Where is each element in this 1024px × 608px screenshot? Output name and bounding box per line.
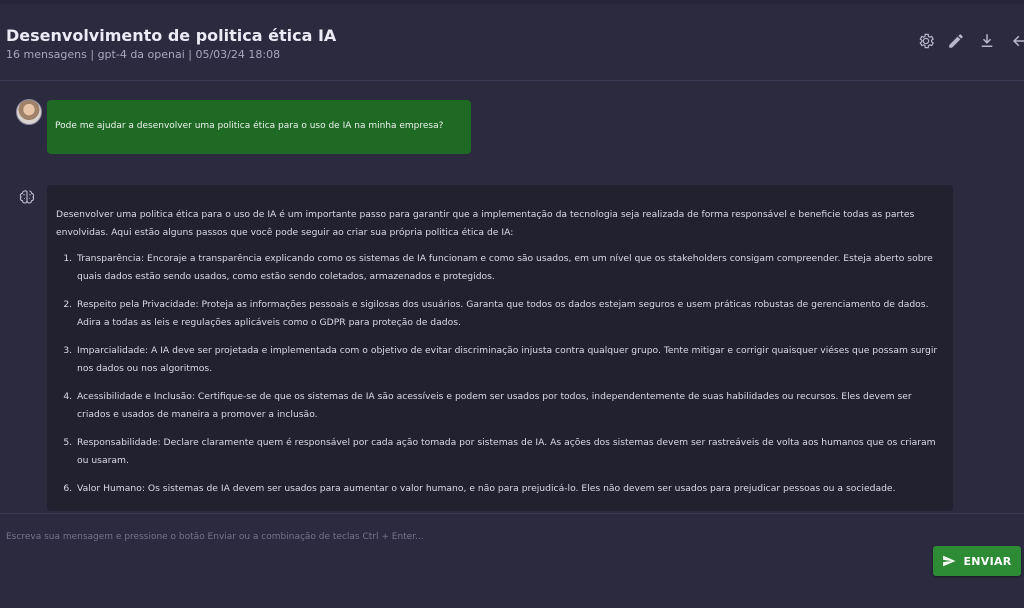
list-item: Responsabilidade: Declare claramente que…	[75, 434, 943, 469]
pencil-icon[interactable]	[947, 32, 965, 50]
list-item: Valor Humano: Os sistemas de IA devem se…	[75, 480, 943, 498]
assistant-message: Desenvolver uma politica ética para o us…	[47, 185, 953, 511]
chat-subtitle: 16 mensagens | gpt-4 da openai | 05/03/2…	[6, 48, 281, 61]
user-avatar	[16, 99, 42, 125]
list-item: Imparcialidade: A IA deve ser projetada …	[75, 342, 943, 377]
send-icon	[943, 555, 956, 567]
download-icon[interactable]	[978, 32, 996, 50]
back-arrow-icon[interactable]	[1010, 32, 1024, 50]
list-item: Acessibilidade e Inclusão: Certifique-se…	[75, 388, 943, 423]
chat-header: Desenvolvimento de politica ética IA 16 …	[0, 4, 1024, 81]
gear-icon[interactable]	[917, 32, 935, 50]
assistant-intro: Desenvolver uma politica ética para o us…	[56, 209, 915, 238]
composer: ENVIAR	[0, 513, 1024, 608]
list-item: Respeito pela Privacidade: Proteja as in…	[75, 296, 943, 331]
message-input[interactable]	[0, 526, 900, 548]
send-label: ENVIAR	[963, 554, 1012, 568]
user-message: Pode me ajudar a desenvolver uma politic…	[47, 100, 471, 154]
list-item: Transparência: Encoraje a transparência …	[75, 250, 943, 285]
send-button[interactable]: ENVIAR	[933, 546, 1021, 576]
assistant-list: Transparência: Encoraje a transparência …	[56, 250, 943, 498]
brain-icon	[18, 188, 36, 206]
chat-title: Desenvolvimento de politica ética IA	[6, 26, 337, 45]
